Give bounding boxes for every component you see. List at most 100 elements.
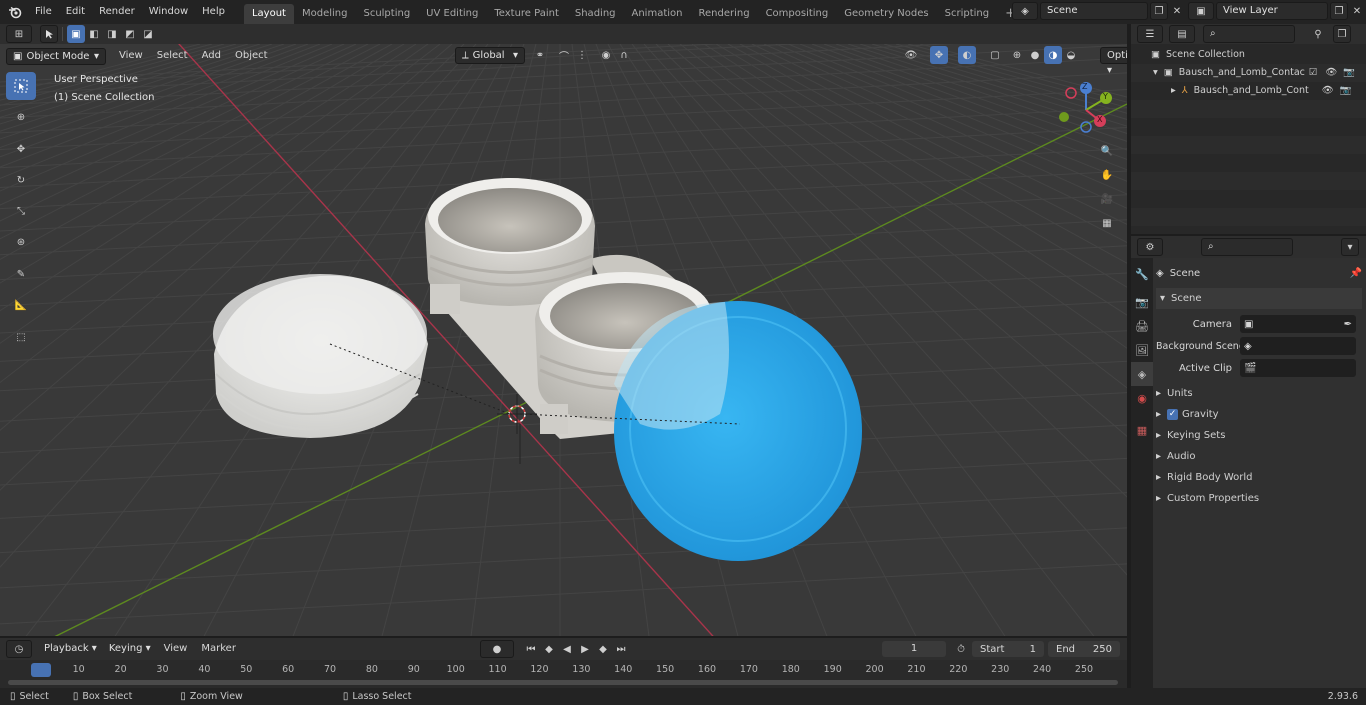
scale-tool-icon[interactable]: ⤡: [6, 197, 36, 225]
viewport-menu-select[interactable]: Select: [150, 46, 195, 66]
mode-new-icon[interactable]: ▣: [67, 25, 85, 43]
scene-tab-icon[interactable]: ◈: [1131, 362, 1153, 386]
camera-field[interactable]: ▣ ✒: [1240, 315, 1356, 333]
properties-editor-type-icon[interactable]: ⚙: [1137, 238, 1163, 256]
scene-field[interactable]: Scene: [1040, 2, 1148, 20]
filter-icon[interactable]: ⚲: [1309, 25, 1327, 43]
tab-rendering[interactable]: Rendering: [690, 4, 757, 24]
audio-panel[interactable]: ▸ Audio: [1156, 446, 1362, 467]
next-keyframe-icon[interactable]: ◆: [594, 640, 612, 658]
play-icon[interactable]: ▶: [576, 640, 594, 658]
menu-window[interactable]: Window: [142, 2, 195, 22]
tab-modeling[interactable]: Modeling: [294, 4, 356, 24]
mode-invert-icon[interactable]: ◩: [121, 25, 139, 43]
tab-animation[interactable]: Animation: [624, 4, 691, 24]
tab-shading[interactable]: Shading: [567, 4, 624, 24]
play-reverse-icon[interactable]: ◀: [558, 640, 576, 658]
tab-scripting[interactable]: Scripting: [937, 4, 997, 24]
checkbox-icon[interactable]: ☑: [1309, 64, 1318, 82]
properties-search-input[interactable]: ⌕: [1201, 238, 1293, 256]
keying-sets-panel[interactable]: ▸ Keying Sets: [1156, 425, 1362, 446]
display-mode-icon[interactable]: ▤: [1169, 25, 1195, 43]
mode-subtract-icon[interactable]: ◨: [103, 25, 121, 43]
white-lid-object[interactable]: [213, 274, 428, 438]
prev-keyframe-icon[interactable]: ◆: [540, 640, 558, 658]
3d-viewport[interactable]: ▣ Object Mode ▾ View Select Add Object ⟂…: [0, 44, 1127, 636]
pin-icon[interactable]: 📌: [1350, 268, 1362, 279]
scene-icon[interactable]: ◈: [1012, 2, 1038, 20]
gizmo-icon[interactable]: ✥: [930, 46, 948, 64]
visibility-icon[interactable]: 👁: [902, 46, 920, 64]
view-layer-icon[interactable]: ▣: [1188, 2, 1214, 20]
keying-dropdown[interactable]: Keying ▾: [103, 641, 157, 658]
camera-icon[interactable]: 📷: [1343, 64, 1355, 82]
viewport-menu-view[interactable]: View: [112, 46, 150, 66]
scene-panel-header[interactable]: ▾ Scene: [1156, 288, 1362, 309]
render-tab-icon[interactable]: 📷: [1131, 290, 1153, 314]
tab-compositing[interactable]: Compositing: [758, 4, 837, 24]
annotate-tool-icon[interactable]: ✎: [6, 260, 36, 288]
transform-orientation-dropdown[interactable]: ⟂ Global ▾: [455, 46, 525, 64]
rotate-tool-icon[interactable]: ↻: [6, 166, 36, 194]
new-scene-icon[interactable]: ❐: [1150, 2, 1168, 20]
proportional-edit-icon[interactable]: ◉: [597, 46, 615, 64]
snap-icon[interactable]: ⌒: [555, 46, 573, 64]
stopwatch-icon[interactable]: ⏱: [952, 640, 970, 658]
start-frame-field[interactable]: Start 1: [972, 641, 1044, 657]
menu-help[interactable]: Help: [195, 2, 232, 22]
zoom-icon[interactable]: 🔍: [1098, 142, 1116, 160]
eyedropper-icon[interactable]: ✒: [1344, 319, 1352, 330]
tab-uv-editing[interactable]: UV Editing: [418, 4, 486, 24]
tab-layout[interactable]: Layout: [243, 4, 294, 24]
custom-properties-panel[interactable]: ▸ Custom Properties: [1156, 488, 1362, 509]
measure-tool-icon[interactable]: 📐: [6, 291, 36, 319]
expand-arrow-icon[interactable]: ▸: [1171, 82, 1176, 100]
new-collection-icon[interactable]: ❐: [1333, 25, 1351, 43]
blue-lid-object[interactable]: [614, 301, 862, 561]
menu-edit[interactable]: Edit: [59, 2, 92, 22]
menu-file[interactable]: File: [28, 2, 59, 22]
record-icon[interactable]: ●: [480, 640, 514, 658]
view-layer-tab-icon[interactable]: 🖼: [1131, 338, 1153, 362]
gravity-panel[interactable]: ▸ ✓ Gravity: [1156, 404, 1362, 425]
background-scene-field[interactable]: ◈: [1240, 337, 1356, 355]
outliner-editor-type-icon[interactable]: ☰: [1137, 25, 1163, 43]
tab-sculpting[interactable]: Sculpting: [355, 4, 418, 24]
eye-icon[interactable]: 👁: [1322, 82, 1334, 100]
rendered-shading-icon[interactable]: ◒: [1062, 46, 1080, 64]
view-layer-field[interactable]: View Layer: [1216, 2, 1328, 20]
outliner-search-input[interactable]: ⌕: [1203, 25, 1295, 43]
active-clip-field[interactable]: 🎬: [1240, 359, 1356, 377]
new-view-layer-icon[interactable]: ❐: [1330, 2, 1348, 20]
add-cube-tool-icon[interactable]: ⬚: [6, 323, 36, 351]
properties-options-icon[interactable]: ▾: [1341, 238, 1359, 256]
select-tweak-icon[interactable]: [40, 25, 58, 43]
camera-view-icon[interactable]: 🎥: [1098, 190, 1116, 208]
world-tab-icon[interactable]: ◉: [1131, 386, 1153, 410]
outliner-root[interactable]: ▣ Scene Collection: [1131, 46, 1366, 64]
pivot-point-icon[interactable]: ⚭: [531, 46, 549, 64]
playback-dropdown[interactable]: Playback ▾: [38, 641, 103, 658]
falloff-icon[interactable]: ∩: [615, 46, 633, 64]
mode-extend-icon[interactable]: ◧: [85, 25, 103, 43]
solid-shading-icon[interactable]: ●: [1026, 46, 1044, 64]
jump-end-icon[interactable]: ⏭: [612, 640, 630, 658]
viewport-menu-add[interactable]: Add: [195, 46, 228, 66]
outliner-item-object[interactable]: ▸ ⅄ Bausch_and_Lomb_Cont 👁 📷: [1131, 82, 1366, 100]
tab-texture-paint[interactable]: Texture Paint: [486, 4, 567, 24]
pan-hand-icon[interactable]: ✋: [1098, 166, 1116, 184]
ortho-grid-icon[interactable]: ▦: [1098, 214, 1116, 232]
expand-arrow-icon[interactable]: ▾: [1153, 64, 1158, 82]
wireframe-shading-icon[interactable]: ⊕: [1008, 46, 1026, 64]
viewport-menu-object[interactable]: Object: [228, 46, 275, 66]
gravity-checkbox-icon[interactable]: ✓: [1167, 409, 1179, 420]
delete-scene-icon[interactable]: ✕: [1168, 2, 1186, 20]
xray-icon[interactable]: ▢: [986, 46, 1004, 64]
move-tool-icon[interactable]: ✥: [6, 135, 36, 163]
navigation-gizmo[interactable]: Z Y X: [1056, 80, 1116, 140]
editor-type-icon[interactable]: ⊞: [6, 25, 32, 43]
blender-logo-icon[interactable]: [6, 3, 24, 21]
material-shading-icon[interactable]: ◑: [1044, 46, 1062, 64]
output-tab-icon[interactable]: 🖨: [1131, 314, 1153, 338]
outliner-item-collection[interactable]: ▾ ▣ Bausch_and_Lomb_Contact_L ☑ 👁 📷: [1131, 64, 1366, 82]
